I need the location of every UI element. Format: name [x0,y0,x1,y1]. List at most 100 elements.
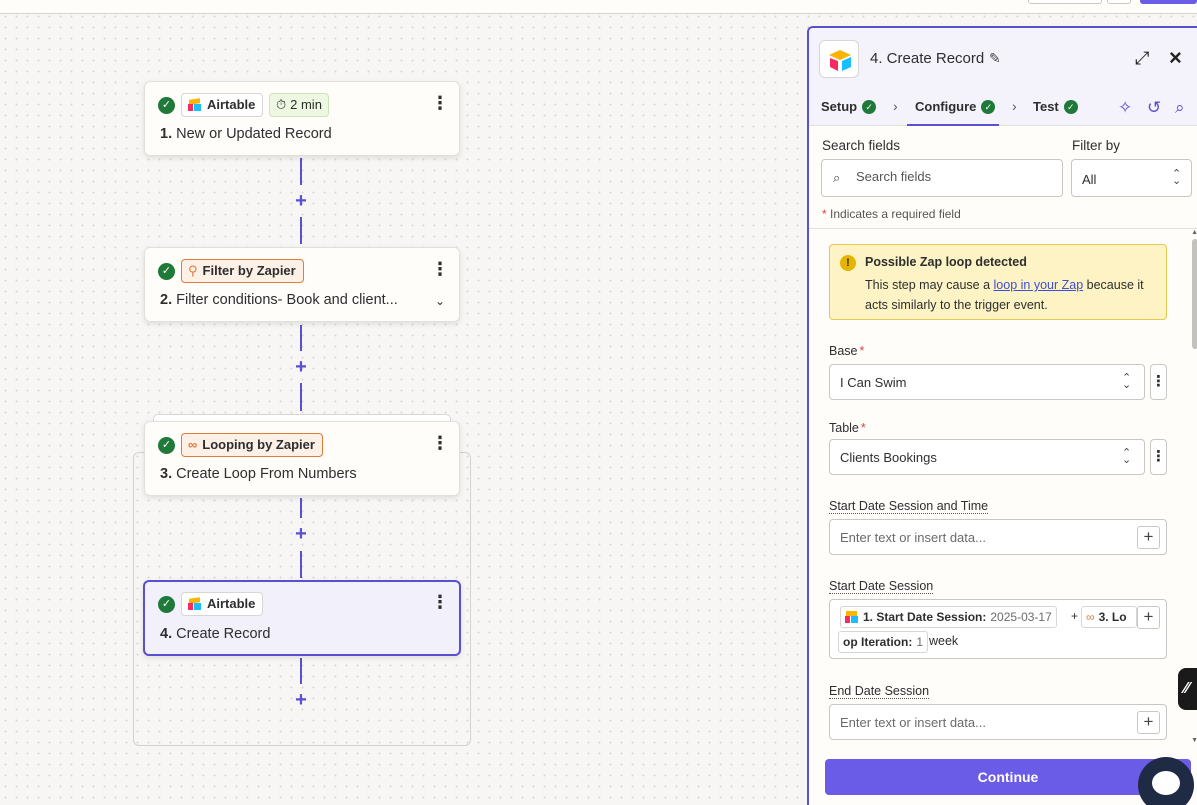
search-fields-label: Search fields [822,138,901,153]
chevron-down-icon[interactable]: ⌄ [435,294,445,308]
search-fields-box: ⌕ [821,159,1063,197]
close-icon[interactable]: × [1169,45,1182,71]
start-date-label: Start Date Session [829,579,934,594]
publish-button[interactable] [1140,0,1197,4]
zap-loop-warning: ! Possible Zap loop detected This step m… [829,244,1167,320]
app-badge: ∞ Looping by Zapier [181,433,323,457]
mapped-data-pill[interactable]: ∞ 3. Lo [1081,606,1137,628]
app-name: Looping by Zapier [202,437,315,452]
start-date-time-field[interactable]: Enter text or insert data... + [829,519,1167,555]
filter-value: All [1082,172,1097,187]
app-badge: Airtable [181,93,264,117]
expand-icon[interactable]: ⤢ [1135,48,1149,69]
poll-interval-badge: ⏱ 2 min [269,93,329,117]
tab-configure[interactable]: Configure ✓ [915,99,996,114]
scrollbar-thumb[interactable] [1192,239,1197,349]
success-check-icon: ✓ [158,263,175,280]
loop-icon: ∞ [188,437,198,452]
airtable-icon [188,98,202,111]
pencil-icon[interactable]: ✎ [989,50,1001,67]
updown-chevron-icon: ⌃ ⌄ [1122,447,1132,466]
undo-icon[interactable]: ↺ [1147,98,1161,118]
step-card-1[interactable]: ✓ Airtable ⏱ 2 min 1. New or Updated Rec… [144,81,460,156]
connector-line [300,217,302,244]
toolbar-button[interactable] [1107,0,1131,4]
continue-button[interactable]: Continue [825,759,1191,795]
step-title: 4. Create Record [160,626,271,642]
search-icon: ⌕ [833,170,841,185]
filter-by-select[interactable]: All ⌃ ⌄ [1071,159,1192,197]
toolbar-button[interactable] [1028,0,1102,4]
warning-text: This step may cause a loop in your Zap b… [865,278,1144,312]
step-card-2[interactable]: ✓ ⚲ Filter by Zapier 2. Filter condition… [144,247,460,322]
connector-line [300,325,302,351]
panel-title[interactable]: 4. Create Record [870,50,984,67]
app-name: Airtable [207,97,256,112]
field-placeholder: Enter text or insert data... [840,530,986,545]
table-more-icon[interactable]: ⋮ [1150,439,1167,475]
success-check-icon: ✓ [158,437,175,454]
more-menu-icon[interactable]: ⋮ [431,434,449,454]
tab-test[interactable]: Test ✓ [1033,99,1078,114]
success-check-icon: ✓ [158,97,175,114]
table-value: Clients Bookings [840,450,937,465]
connector-line [300,383,302,411]
filter-by-label: Filter by [1072,138,1121,153]
scroll-up-icon[interactable]: ▲ [1191,229,1197,236]
base-value: I Can Swim [840,375,907,390]
success-check-icon: ✓ [158,596,175,613]
panel-header: 4. Create Record ✎ ⤢ × [809,28,1197,88]
add-step-plus-icon[interactable]: + [291,357,311,377]
loop-help-link[interactable]: loop in your Zap [994,278,1084,292]
required-note: * Indicates a required field [822,207,961,221]
base-select[interactable]: I Can Swim ⌃ ⌄ [829,364,1145,400]
top-toolbar [0,0,1197,14]
success-check-icon: ✓ [1063,99,1078,114]
start-date-field[interactable]: 1. Start Date Session: 2025-03-17 + ∞ 3.… [829,599,1167,659]
add-step-plus-icon[interactable]: + [291,191,311,211]
chat-support-button[interactable] [1138,757,1194,805]
app-badge: ⚲ Filter by Zapier [181,259,304,283]
chat-icon [1152,771,1180,795]
add-step-plus-icon[interactable]: + [291,524,311,544]
base-more-icon[interactable]: ⋮ [1150,364,1167,400]
mapped-data-pill[interactable]: op Iteration: 1 [838,631,929,653]
chevron-right-icon: › [1012,98,1017,114]
updown-chevron-icon: ⌃ ⌄ [1172,168,1182,187]
base-label: Base * [829,344,865,358]
insert-data-plus-icon[interactable]: + [1137,526,1160,549]
plus-separator: + [1071,609,1079,623]
insert-data-plus-icon[interactable]: + [1137,711,1160,734]
more-menu-icon[interactable]: ⋮ [431,593,449,613]
insert-data-plus-icon[interactable]: + [1137,606,1160,629]
search-fields-input[interactable] [856,169,1046,184]
add-step-plus-icon[interactable]: + [291,690,311,710]
table-select[interactable]: Clients Bookings ⌃ ⌄ [829,439,1145,475]
search-icon[interactable]: ⌕ [1175,98,1185,118]
chevron-right-icon: › [893,98,898,114]
tab-setup[interactable]: Setup ✓ [821,99,877,114]
connector-line [300,498,302,518]
fields-scroll-area[interactable]: ! Possible Zap loop detected This step m… [809,228,1197,744]
airtable-icon [188,597,202,610]
more-menu-icon[interactable]: ⋮ [431,260,449,280]
step-title: 1. New or Updated Record [160,126,332,142]
success-check-icon: ✓ [981,99,996,114]
scroll-down-icon[interactable]: ▼ [1191,737,1197,744]
filter-icon: ⚲ [188,263,198,278]
app-name: Filter by Zapier [202,263,296,278]
step-card-4[interactable]: ✓ Airtable 4. Create Record ⋮ [143,580,461,656]
panel-tabs: Setup ✓ › Configure ✓ › Test ✓ ✧ ↺ ⌕ [809,88,1197,126]
end-date-label: End Date Session [829,684,930,699]
side-widget-tab[interactable]: ⁄⁄ [1178,668,1197,710]
loop-icon: ∞ [1086,610,1095,624]
ai-sparkle-icon[interactable]: ✧ [1118,98,1132,118]
table-label: Table * [829,421,866,435]
more-menu-icon[interactable]: ⋮ [431,94,449,114]
mapped-data-pill[interactable]: 1. Start Date Session: 2025-03-17 [840,606,1057,628]
connector-line [300,158,302,185]
step-card-3[interactable]: ✓ ∞ Looping by Zapier 3. Create Loop Fro… [144,421,460,496]
end-date-field[interactable]: Enter text or insert data... + [829,704,1167,740]
connector-line [300,658,302,684]
active-tab-indicator [907,124,999,126]
